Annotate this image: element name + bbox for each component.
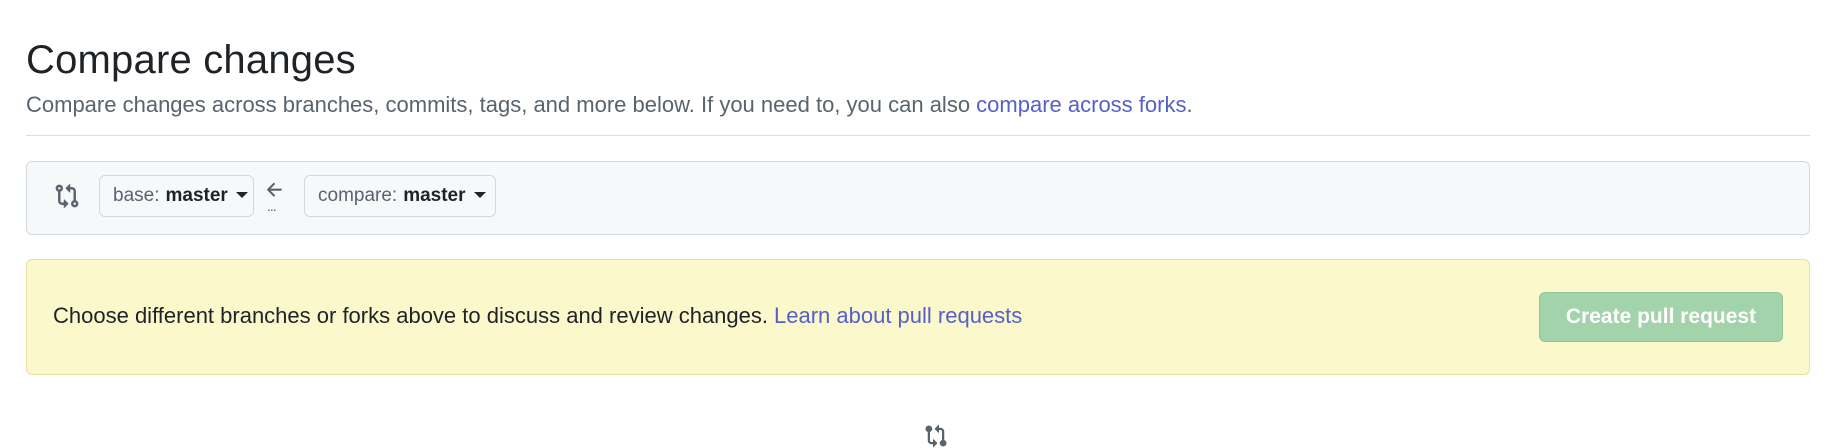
subtitle-end: .	[1186, 92, 1193, 117]
header-divider	[26, 135, 1810, 136]
base-branch-name: master	[165, 185, 228, 206]
compare-branch-button[interactable]: compare: master	[304, 175, 496, 217]
git-compare-icon	[55, 183, 79, 209]
page-subtitle: Compare changes across branches, commits…	[26, 92, 1193, 118]
compare-branch-name: master	[403, 185, 466, 206]
chevron-down-icon	[473, 192, 486, 198]
compare-across-forks-link[interactable]: compare across forks	[976, 92, 1186, 117]
range-editor: base: master ... compare: master	[26, 161, 1810, 235]
base-prefix: base:	[113, 185, 160, 206]
learn-about-pull-requests-link[interactable]: Learn about pull requests	[774, 303, 1022, 328]
compare-prefix: compare:	[318, 185, 398, 206]
notice-text: Choose different branches or forks above…	[53, 303, 768, 328]
subtitle-text: Compare changes across branches, commits…	[26, 92, 977, 117]
notice-message: Choose different branches or forks above…	[53, 303, 1022, 329]
create-pull-request-button[interactable]: Create pull request	[1539, 292, 1783, 342]
page-title: Compare changes	[26, 38, 356, 82]
range-dots: ...	[267, 198, 277, 214]
base-branch-button[interactable]: base: master	[99, 175, 254, 217]
compare-notice: Choose different branches or forks above…	[26, 259, 1810, 375]
chevron-down-icon	[235, 192, 248, 198]
git-compare-icon	[925, 424, 947, 448]
